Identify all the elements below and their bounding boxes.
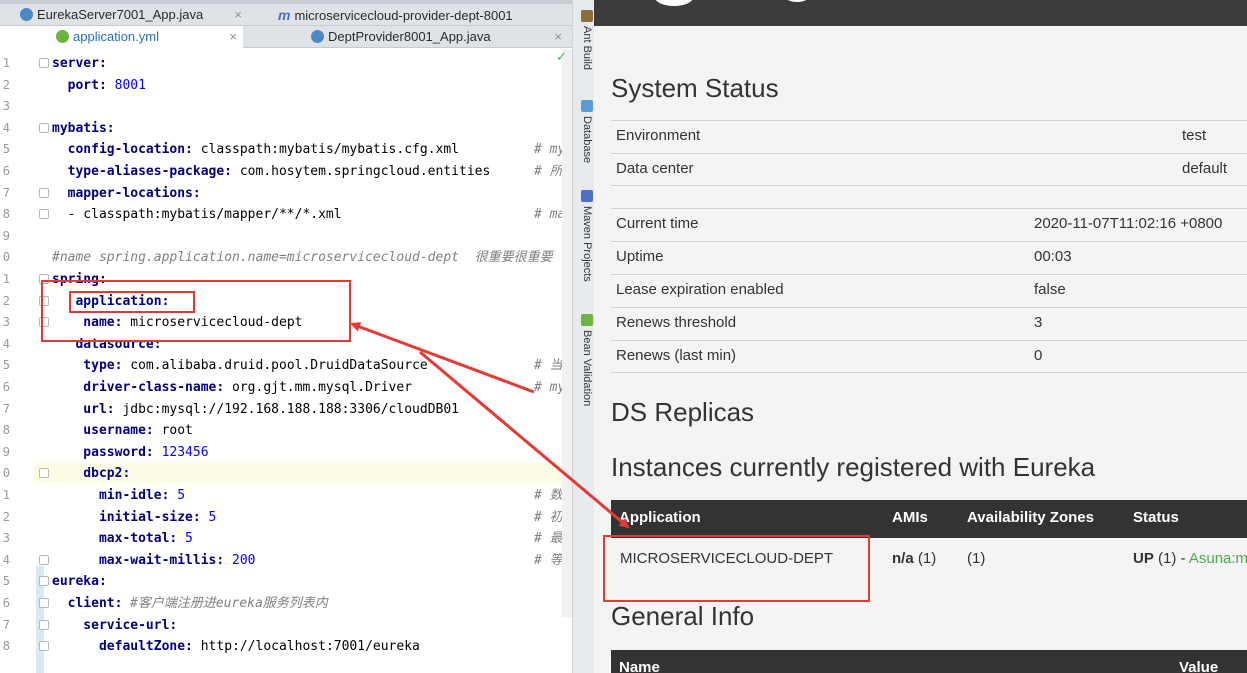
arrow-to-eureka — [419, 350, 630, 529]
arrow-to-yml — [350, 322, 535, 394]
annotation-arrows — [350, 322, 630, 529]
